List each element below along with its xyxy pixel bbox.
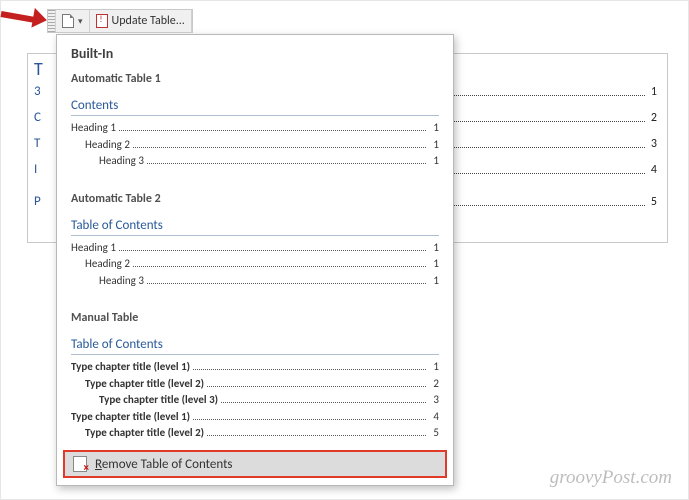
toc-preview-row: Type chapter title (level 2)5 [71, 425, 439, 442]
remove-toc-icon [73, 456, 87, 472]
toc-preview-row: Heading 11 [71, 240, 439, 257]
toc-preview-title: Table of Contents [71, 327, 439, 355]
toc-preview-row: Heading 21 [71, 256, 439, 273]
chevron-down-icon: ▾ [78, 16, 83, 27]
doc-stub: T [34, 136, 40, 152]
doc-toc-row: 2 [447, 110, 657, 126]
callout-arrow [1, 3, 49, 29]
toc-preview-row: Type chapter title (level 1)1 [71, 359, 439, 376]
gallery-item-auto1[interactable]: Automatic Table 1 Contents Heading 11 He… [57, 66, 453, 176]
toolbar-grip[interactable] [48, 10, 56, 32]
toc-preview-row: Heading 11 [71, 120, 439, 137]
toc-preview-rows: Heading 11 Heading 21 Heading 31 [57, 240, 453, 296]
toc-preview-row: Heading 31 [71, 153, 439, 170]
toc-gallery-dropdown: Built-In Automatic Table 1 Contents Head… [56, 34, 454, 486]
doc-toc-row: 3 [447, 136, 657, 152]
gallery-item-title: Automatic Table 1 [57, 66, 453, 88]
doc-stub: I [34, 162, 37, 178]
doc-stub: P [34, 194, 41, 210]
toc-preview-rows: Type chapter title (level 1)1 Type chapt… [57, 359, 453, 448]
toc-preview-row: Heading 31 [71, 273, 439, 290]
gallery-item-title: Manual Table [57, 295, 453, 327]
toc-preview-title: Contents [71, 88, 439, 116]
toc-preview-row: Heading 21 [71, 137, 439, 154]
doc-stub: 3 [34, 84, 41, 100]
remove-toc-label: Remove Table of Contents [95, 457, 233, 472]
update-table-label: Update Table... [112, 14, 185, 28]
page-icon [62, 14, 74, 28]
toc-mini-toolbar: ▾ Update Table... [47, 9, 193, 33]
gallery-category: Built-In [57, 35, 453, 66]
remove-toc-menuitem[interactable]: Remove Table of Contents [63, 450, 447, 478]
gallery-item-auto2[interactable]: Automatic Table 2 Table of Contents Head… [57, 176, 453, 296]
toc-preview-title: Table of Contents [71, 208, 439, 236]
watermark: groovyPost.com [550, 467, 672, 489]
toc-preview-row: Type chapter title (level 2)2 [71, 376, 439, 393]
doc-toc-row: 5 [447, 194, 657, 210]
toc-preview-row: Type chapter title (level 1)4 [71, 409, 439, 426]
doc-toc-row: 1 [447, 84, 657, 100]
doc-toc-row: 4 [447, 162, 657, 178]
update-table-button[interactable]: Update Table... [90, 10, 192, 32]
doc-stub: C [34, 110, 41, 126]
doc-title-stub: T [34, 58, 43, 74]
update-icon [96, 14, 108, 28]
gallery-item-manual[interactable]: Manual Table Table of Contents Type chap… [57, 295, 453, 448]
toc-preview-row: Type chapter title (level 3)3 [71, 392, 439, 409]
gallery-item-title: Automatic Table 2 [57, 176, 453, 208]
toc-gallery-button[interactable]: ▾ [56, 10, 90, 32]
toc-preview-rows: Heading 11 Heading 21 Heading 31 [57, 120, 453, 176]
